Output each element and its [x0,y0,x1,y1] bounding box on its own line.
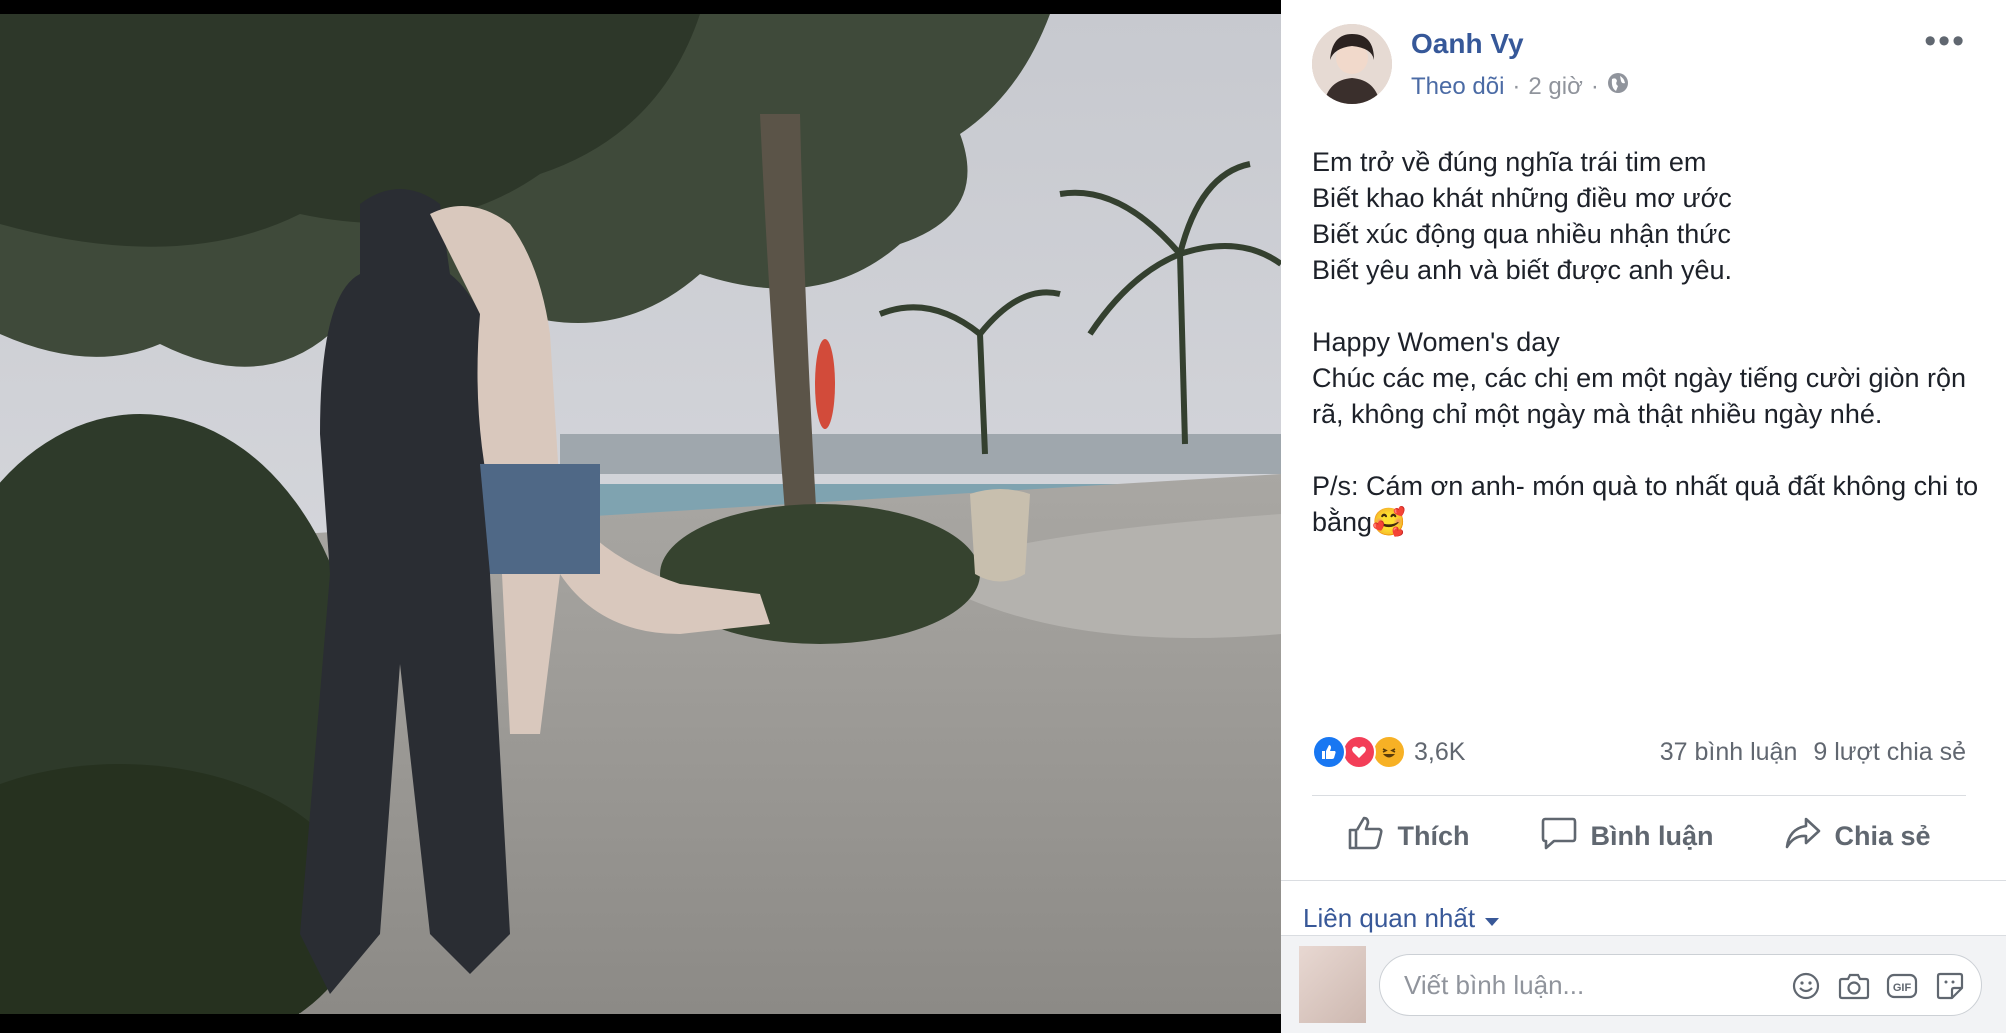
svg-text:GIF: GIF [1893,982,1912,994]
love-icon [1342,735,1376,769]
share-label: Chia sẻ [1834,820,1931,851]
camera-icon[interactable] [1837,969,1871,1003]
reaction-count: 3,6K [1414,737,1466,766]
like-label: Thích [1397,820,1470,851]
comment-label: Bình luận [1590,820,1714,851]
share-count-link[interactable]: 9 lượt chia sẻ [1813,738,1966,767]
caret-down-icon [1485,903,1500,934]
post-meta: Theo dõi · 2 giờ · [1411,72,1629,101]
comment-composer: Viết bình luận... GIF [1281,935,2006,1033]
sticker-icon[interactable] [1933,969,1967,1003]
author-avatar[interactable] [1312,24,1392,104]
more-options-button[interactable]: ••• [1924,24,1966,58]
post-photo [0,14,1281,1014]
share-icon [1784,815,1822,858]
composer-icons: GIF [1789,969,1967,1003]
comment-icon [1540,815,1578,858]
photo-viewer [0,0,1281,1032]
gif-icon[interactable]: GIF [1885,969,1919,1003]
reactions-summary[interactable]: 3,6K [1312,735,1465,769]
meta-separator: · [1512,72,1521,100]
follow-link[interactable]: Theo dõi [1411,73,1504,101]
post-panel: Oanh Vy Theo dõi · 2 giờ · ••• Em trở về… [1281,0,2006,1033]
divider [1312,795,1966,796]
comment-input[interactable]: Viết bình luận... GIF [1379,954,1982,1016]
post-text: Em trở về đúng nghĩa trái tim em Biết kh… [1312,147,1979,537]
emoji-icon[interactable] [1789,969,1823,1003]
sort-label: Liên quan nhất [1303,903,1476,933]
action-bar: Thích Bình luận Chia sẻ [1312,808,1966,864]
like-icon [1312,735,1346,769]
haha-icon [1372,735,1406,769]
user-avatar [1299,946,1366,1023]
comment-count-link[interactable]: 37 bình luận [1660,738,1798,767]
comment-placeholder: Viết bình luận... [1404,970,1585,1000]
author-name[interactable]: Oanh Vy [1411,28,1524,60]
comment-sort-bar: Liên quan nhất [1281,880,2006,936]
post-stats: 37 bình luận 9 lượt chia sẻ [1660,738,1966,767]
share-button[interactable]: Chia sẻ [1784,815,1931,858]
sort-dropdown[interactable]: Liên quan nhất [1303,903,1500,934]
globe-icon [1607,72,1629,101]
comment-button[interactable]: Bình luận [1540,815,1713,858]
meta-separator-2: · [1590,72,1599,100]
post-time[interactable]: 2 giờ [1528,73,1582,101]
thumbs-up-icon [1347,815,1385,858]
like-button[interactable]: Thích [1347,815,1469,858]
